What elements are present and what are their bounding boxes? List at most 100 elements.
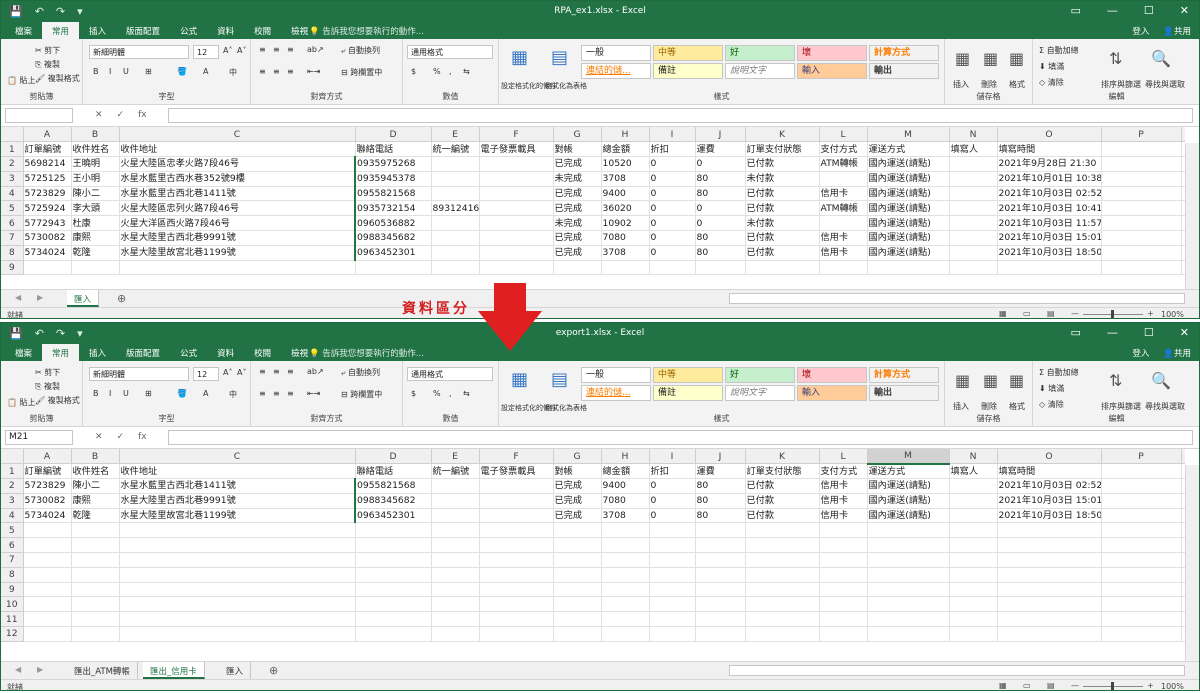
cell[interactable]: 國內運送(請點) bbox=[867, 493, 950, 509]
zoom-slider[interactable] bbox=[1083, 682, 1143, 690]
cancel-icon[interactable]: ✕ bbox=[95, 432, 103, 442]
column-header[interactable]: A bbox=[23, 127, 72, 143]
cell[interactable]: 未付款 bbox=[745, 215, 820, 232]
zoom-slider-thumb[interactable] bbox=[1111, 310, 1114, 318]
cell[interactable]: 電子發票載具 bbox=[479, 463, 554, 480]
cell[interactable] bbox=[71, 537, 120, 554]
tab-5[interactable]: 資料 bbox=[207, 344, 244, 361]
cell[interactable] bbox=[819, 260, 868, 276]
cell[interactable] bbox=[355, 582, 432, 598]
cell[interactable]: 2021年9月28日 21:30 bbox=[997, 156, 1102, 172]
cell[interactable] bbox=[479, 245, 554, 261]
fill-color-button[interactable]: 🪣 bbox=[177, 389, 187, 398]
tab-1[interactable]: 常用 bbox=[42, 344, 80, 361]
wrap-text-button[interactable]: ⤶ 自動換列 bbox=[341, 367, 380, 378]
align-center-button[interactable]: ≡ bbox=[273, 67, 280, 76]
row-header[interactable]: 11 bbox=[1, 611, 24, 628]
row-header[interactable]: 4 bbox=[1, 186, 24, 202]
formula-input[interactable] bbox=[168, 108, 1193, 123]
cell-style-4[interactable]: 計算方式 bbox=[869, 367, 939, 383]
cell[interactable]: 0 bbox=[649, 156, 696, 172]
italic-button[interactable]: I bbox=[109, 67, 111, 76]
cell[interactable] bbox=[71, 522, 120, 539]
cell[interactable] bbox=[23, 537, 72, 554]
cell[interactable]: 信用卡 bbox=[819, 508, 868, 524]
row-header[interactable]: 7 bbox=[1, 230, 24, 246]
cell[interactable] bbox=[119, 596, 356, 613]
row-header[interactable]: 9 bbox=[1, 582, 24, 598]
cell[interactable] bbox=[745, 596, 820, 613]
cell[interactable]: 已完成 bbox=[553, 230, 602, 246]
conditional-format-button[interactable]: 設定格式化的條件 bbox=[501, 81, 557, 91]
cell[interactable]: 7080 bbox=[601, 493, 650, 509]
cell[interactable] bbox=[949, 215, 998, 232]
conditional-format-button[interactable]: 設定格式化的條件 bbox=[501, 403, 557, 413]
cell[interactable] bbox=[431, 493, 480, 509]
normal-view-icon[interactable]: ▦ bbox=[999, 309, 1007, 318]
column-header[interactable]: F bbox=[479, 127, 554, 143]
cell[interactable]: 0 bbox=[695, 156, 746, 172]
cell[interactable] bbox=[71, 611, 120, 628]
paste-button[interactable]: 📋 貼上 bbox=[7, 397, 36, 408]
select-all-corner[interactable] bbox=[1, 449, 24, 465]
cell[interactable] bbox=[949, 493, 998, 509]
cell[interactable] bbox=[119, 567, 356, 583]
cell[interactable] bbox=[819, 611, 868, 628]
cell[interactable]: 80 bbox=[695, 230, 746, 246]
cell[interactable] bbox=[431, 596, 480, 613]
column-header[interactable]: E bbox=[431, 127, 480, 143]
cell[interactable]: 0 bbox=[649, 478, 696, 494]
cell[interactable] bbox=[1101, 200, 1182, 217]
font-color-button[interactable]: A bbox=[203, 389, 208, 398]
cell[interactable]: 水星水藍里古西北巷1411號 bbox=[119, 478, 356, 494]
cell[interactable]: 火星大陸區忠孝火路7段46号 bbox=[119, 156, 356, 172]
cell[interactable] bbox=[1101, 567, 1182, 583]
cell[interactable]: 5725924 bbox=[23, 200, 72, 217]
format-cells-button[interactable]: 格式 bbox=[1009, 79, 1025, 90]
cell[interactable] bbox=[745, 260, 820, 276]
font-color-button[interactable]: A bbox=[203, 67, 208, 76]
cell[interactable] bbox=[479, 200, 554, 217]
cell[interactable] bbox=[695, 626, 746, 642]
cell[interactable]: 已完成 bbox=[553, 200, 602, 217]
cell[interactable]: 收件地址 bbox=[119, 463, 356, 480]
cell[interactable]: 已付款 bbox=[745, 478, 820, 494]
insert-cells-button[interactable]: 插入 bbox=[953, 79, 969, 90]
cell[interactable] bbox=[695, 596, 746, 613]
tab-5[interactable]: 資料 bbox=[207, 22, 244, 39]
row-header[interactable]: 6 bbox=[1, 215, 24, 232]
cell[interactable] bbox=[1101, 141, 1182, 158]
cell[interactable] bbox=[601, 582, 650, 598]
maximize-icon[interactable]: ☐ bbox=[1144, 326, 1154, 339]
cell[interactable] bbox=[431, 522, 480, 539]
cell[interactable] bbox=[949, 537, 998, 554]
cell[interactable] bbox=[1101, 596, 1182, 613]
phonetic-button[interactable]: 中 bbox=[229, 389, 237, 400]
cell[interactable]: 折扣 bbox=[649, 141, 696, 158]
cell[interactable] bbox=[695, 537, 746, 554]
cell[interactable] bbox=[479, 230, 554, 246]
cell[interactable] bbox=[23, 626, 72, 642]
fill-button[interactable]: ⬇ 填滿 bbox=[1039, 61, 1064, 72]
copy-button[interactable]: ⎘ 複製 bbox=[35, 59, 60, 70]
cell[interactable] bbox=[355, 611, 432, 628]
cell[interactable] bbox=[479, 582, 554, 598]
cell[interactable]: 水星水藍里古西北巷1411號 bbox=[119, 186, 356, 202]
cell[interactable] bbox=[431, 611, 480, 628]
cell[interactable]: 訂單編號 bbox=[23, 463, 72, 480]
zoom-out-icon[interactable]: — bbox=[1071, 681, 1079, 690]
column-header[interactable]: Q bbox=[1181, 449, 1185, 465]
cell[interactable] bbox=[649, 596, 696, 613]
cell[interactable] bbox=[997, 260, 1102, 276]
cell[interactable] bbox=[431, 567, 480, 583]
cell[interactable] bbox=[695, 582, 746, 598]
cell[interactable] bbox=[601, 567, 650, 583]
cell[interactable] bbox=[997, 596, 1102, 613]
cell[interactable] bbox=[1101, 582, 1182, 598]
cell[interactable] bbox=[431, 215, 480, 232]
column-header[interactable]: C bbox=[119, 449, 356, 465]
cell[interactable] bbox=[1101, 522, 1182, 539]
cut-button[interactable]: ✂ 剪下 bbox=[35, 367, 60, 378]
shrink-font-button[interactable]: A˅ bbox=[237, 368, 246, 377]
cell[interactable] bbox=[71, 567, 120, 583]
